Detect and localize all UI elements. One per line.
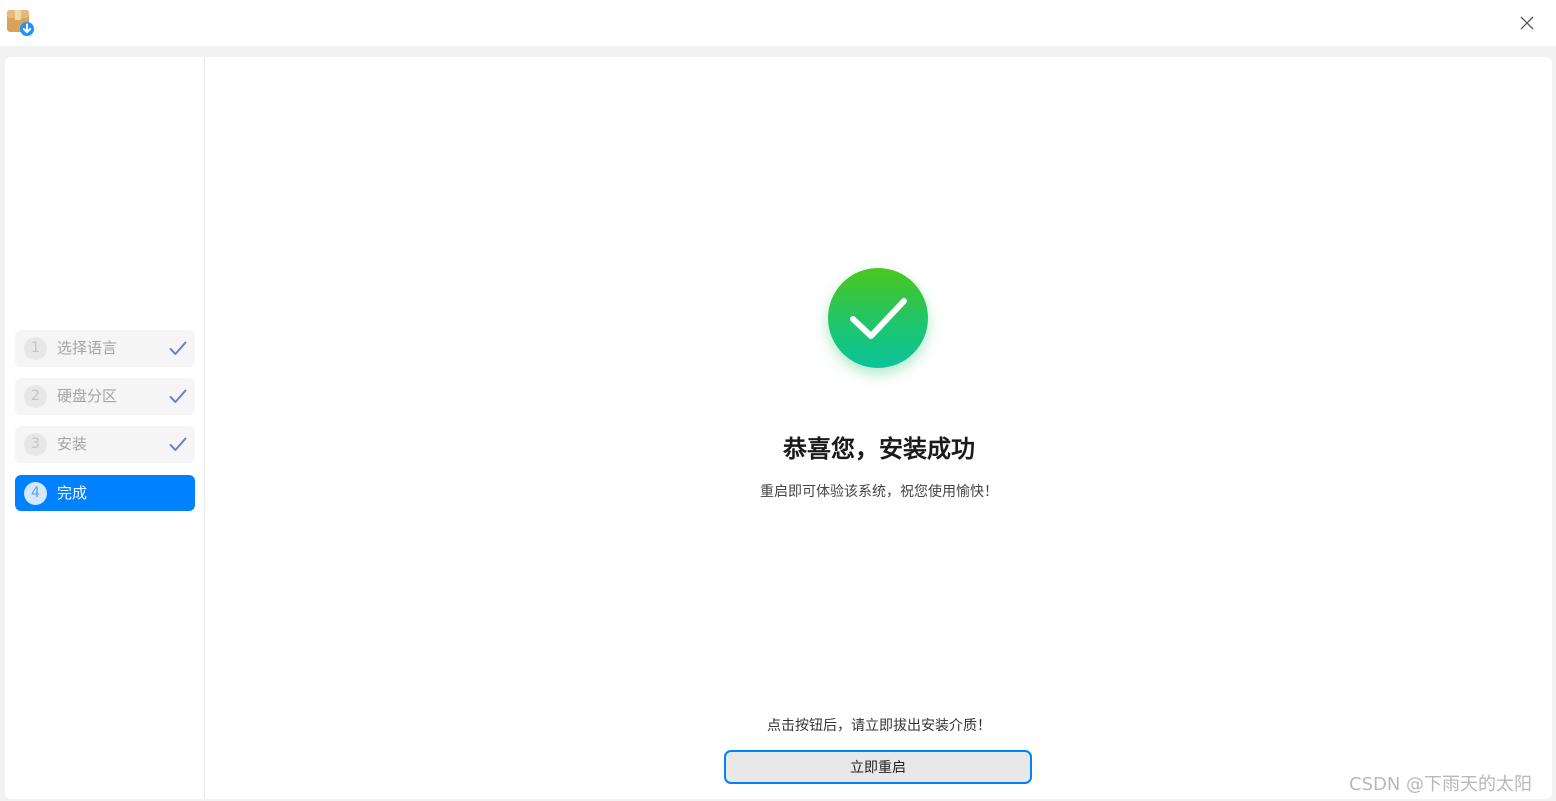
step-number: 3: [24, 433, 47, 456]
success-title: 恭喜您，安装成功: [783, 435, 975, 463]
step-number: 1: [24, 337, 47, 360]
close-icon: [1520, 16, 1534, 30]
step-number: 4: [24, 482, 47, 505]
watermark-text: CSDN @下雨天的太阳: [1349, 774, 1533, 795]
step-finish: 4 完成: [15, 475, 195, 511]
installer-window-body: 1 选择语言 2 硬盘分区 3 安装 4 完成 恭喜您，安装成功 重启即可体验该…: [5, 57, 1552, 799]
checkmark-icon: [169, 389, 187, 403]
step-select-language: 1 选择语言: [15, 330, 195, 367]
steps-sidebar: 1 选择语言 2 硬盘分区 3 安装 4 完成: [5, 57, 205, 799]
step-install: 3 安装: [15, 426, 195, 463]
step-label: 完成: [57, 484, 88, 502]
success-subtitle: 重启即可体验该系统，祝您使用愉快！: [760, 484, 998, 500]
success-check-icon: [828, 268, 928, 368]
window-titlebar: [0, 0, 1556, 46]
step-number: 2: [24, 385, 47, 408]
step-disk-partition: 2 硬盘分区: [15, 378, 195, 415]
installer-package-icon: [6, 8, 34, 36]
step-label: 硬盘分区: [57, 387, 118, 405]
checkmark-icon: [169, 341, 187, 355]
checkmark-icon: [169, 437, 187, 451]
step-label: 安装: [57, 435, 88, 453]
step-label: 选择语言: [57, 339, 118, 357]
close-button[interactable]: [1512, 8, 1542, 38]
reboot-now-button[interactable]: 立即重启: [724, 750, 1032, 784]
remove-media-reminder: 点击按钮后，请立即拔出安装介质！: [767, 718, 991, 734]
